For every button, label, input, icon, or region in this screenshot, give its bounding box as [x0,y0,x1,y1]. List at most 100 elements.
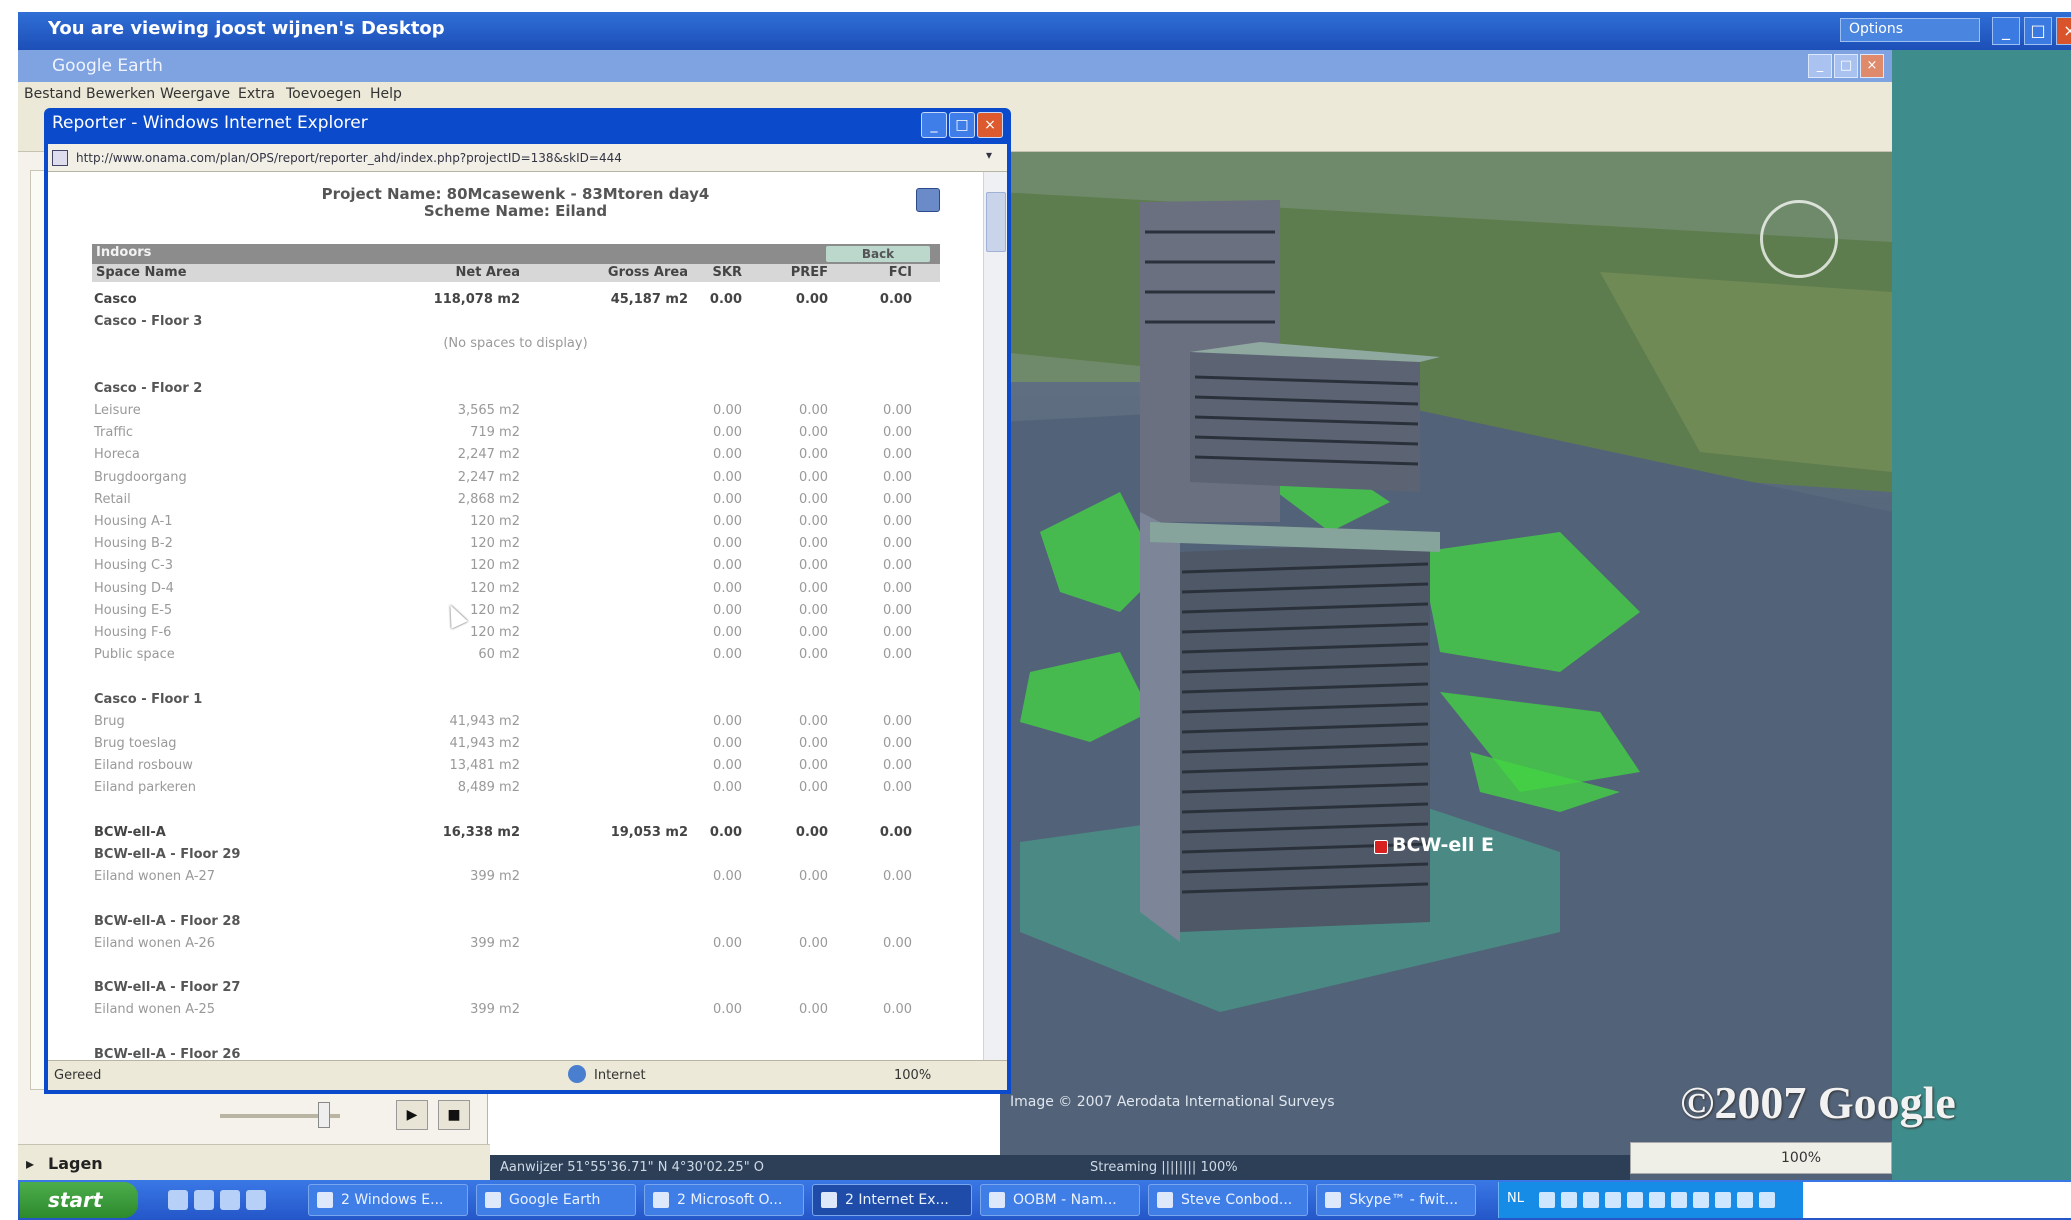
cell-gross-area: 45,187 m2 [610,292,688,307]
cell-space-name: Eiland wonen A-27 [94,869,216,885]
remote-desktop-titlebar: You are viewing joost wijnen's Desktop O… [18,12,2071,50]
desktop-background [1892,50,2071,1180]
address-dropdown-icon[interactable]: ▾ [986,148,992,162]
table-row: Traffic 719 m2 0.00 0.00 0.00 [92,423,940,443]
cell-space-name: Retail [94,491,131,507]
menu-weergave[interactable]: Weergave [160,86,230,102]
print-icon[interactable] [916,188,940,212]
ie-address-bar[interactable]: http://www.onama.com/plan/OPS/report/rep… [48,144,1007,172]
minimize-icon[interactable]: _ [1992,17,2020,45]
tray-language[interactable]: NL [1507,1191,1524,1206]
table-row: Brug 41,943 m2 0.00 0.00 0.00 [92,712,940,732]
tray-icon-8[interactable] [1693,1192,1709,1208]
tray-icon-7[interactable] [1671,1192,1687,1208]
tray-icon-10[interactable] [1737,1192,1753,1208]
table-row: BCW-ell-A 16,338 m2 19,053 m2 0.00 0.00 0.00 [92,823,940,843]
cell-pref: 0.00 [799,536,828,552]
table-row: Eiland parkeren 8,489 m2 0.00 0.00 0.00 [92,778,940,798]
menu-help[interactable]: Help [370,86,402,102]
cell-space-name: Housing E-5 [94,602,173,618]
tray-icon-3[interactable] [1583,1192,1599,1208]
cell-space-name: Eiland parkeren [94,780,196,796]
tray-icon-2[interactable] [1561,1192,1577,1208]
cell-gross-area: 19,053 m2 [610,824,688,840]
ie-close-icon[interactable]: × [977,112,1003,138]
tray-icon-5[interactable] [1627,1192,1643,1208]
navigation-compass-icon[interactable] [1760,200,1838,278]
taskbar-button[interactable]: Skype™ - fwit... [1316,1184,1476,1216]
menu-bestand[interactable]: Bestand [24,86,81,102]
layers-panel-header[interactable]: ▸ Lagen [18,1144,490,1180]
ie-address-url[interactable]: http://www.onama.com/plan/OPS/report/rep… [76,151,622,165]
maximize-icon[interactable]: □ [2024,17,2052,45]
ge-zoom-level[interactable]: 100% [1630,1142,1892,1174]
placemark-icon[interactable] [1374,840,1388,854]
placemark-label[interactable]: BCW-ell E [1392,834,1494,856]
scheme-name: Scheme Name: Eiland [423,202,608,220]
taskbar-button[interactable]: 2 Windows E... [308,1184,468,1216]
ge-zoom-value: 100% [1781,1150,1822,1166]
quicklaunch-media-icon[interactable] [220,1190,240,1210]
quicklaunch-desktop-icon[interactable] [168,1190,188,1210]
project-name: Project Name: 80Mcasewenk - 83Mtoren day… [321,185,710,203]
tray-icon-11[interactable] [1759,1192,1775,1208]
options-dropdown[interactable]: Options [1840,18,1980,42]
ie-scroll-thumb[interactable] [986,192,1006,252]
tray-icon-1[interactable] [1539,1192,1555,1208]
cell-pref: 0.00 [799,625,828,640]
cell-skr: 0.00 [713,602,742,618]
floor-heading: BCW-ell-A - Floor 29 [92,845,940,865]
cell-space-name: Housing D-4 [94,580,174,596]
taskbar-button[interactable]: Steve Conbod... [1148,1184,1308,1216]
taskbar-app-icon [317,1192,333,1208]
menu-extra[interactable]: Extra [238,86,275,102]
tray-icon-4[interactable] [1605,1192,1621,1208]
cell-net-area: 60 m2 [478,647,520,663]
report-header: Project Name: 80Mcasewenk - 83Mtoren day… [48,186,983,220]
quicklaunch-ie-icon[interactable] [194,1190,214,1210]
ge-close-icon[interactable]: × [1860,54,1884,78]
cell-fci: 0.00 [879,824,912,840]
taskbar-button[interactable]: Google Earth [476,1184,636,1216]
table-row: Eiland rosbouw 13,481 m2 0.00 0.00 0.00 [92,756,940,776]
tray-icon-6[interactable] [1649,1192,1665,1208]
ge-minimize-icon[interactable]: _ [1808,54,1832,78]
ie-zone: Internet [594,1068,646,1083]
cell-skr: 0.00 [713,580,742,596]
cell-pref: 0.00 [799,469,828,485]
taskbar-button[interactable]: OOBM - Nam... [980,1184,1140,1216]
cell-skr: 0.00 [713,491,742,507]
close-icon[interactable]: × [2056,17,2071,45]
earth-3d-viewport[interactable] [1000,152,1892,1180]
start-button[interactable]: start [20,1182,138,1218]
menu-bewerken[interactable]: Bewerken [86,86,155,102]
quicklaunch-outlook-icon[interactable] [246,1190,266,1210]
menu-toevoegen[interactable]: Toevoegen [286,86,361,102]
taskbar-button[interactable]: 2 Microsoft O... [644,1184,804,1216]
cell-space-name: Eiland wonen A-26 [94,935,216,951]
cell-space-name: Housing B-2 [94,536,173,552]
ie-reporter-window: Reporter - Windows Internet Explorer _ □… [44,108,1011,1094]
ie-zoom[interactable]: 100% [894,1068,931,1083]
play-icon[interactable]: ▶ [396,1100,428,1130]
cell-fci: 0.00 [883,713,912,729]
cell-pref: 0.00 [799,869,828,885]
time-playback-controls: ▶ ■ [220,1098,480,1134]
taskbar-app-icon [653,1192,669,1208]
floor-heading: BCW-ell-A - Floor 26 [92,1045,940,1060]
back-button[interactable]: Back [826,246,930,262]
cell-pref: 0.00 [799,1002,828,1018]
time-slider-thumb[interactable] [318,1102,330,1128]
cell-net-area: 120 m2 [470,602,520,618]
ie-maximize-icon[interactable]: □ [949,112,975,138]
cell-net-area: 399 m2 [470,1002,520,1018]
taskbar-button[interactable]: 2 Internet Ex... [812,1184,972,1216]
ie-scrollbar[interactable] [983,172,1007,1060]
cell-skr: 0.00 [713,447,742,463]
stop-icon[interactable]: ■ [438,1100,470,1130]
tray-icon-9[interactable] [1715,1192,1731,1208]
cell-space-name: Casco - Floor 2 [94,380,203,396]
ie-minimize-icon[interactable]: _ [921,112,947,138]
ge-maximize-icon[interactable]: □ [1834,54,1858,78]
expand-triangle-icon[interactable]: ▸ [26,1154,34,1173]
